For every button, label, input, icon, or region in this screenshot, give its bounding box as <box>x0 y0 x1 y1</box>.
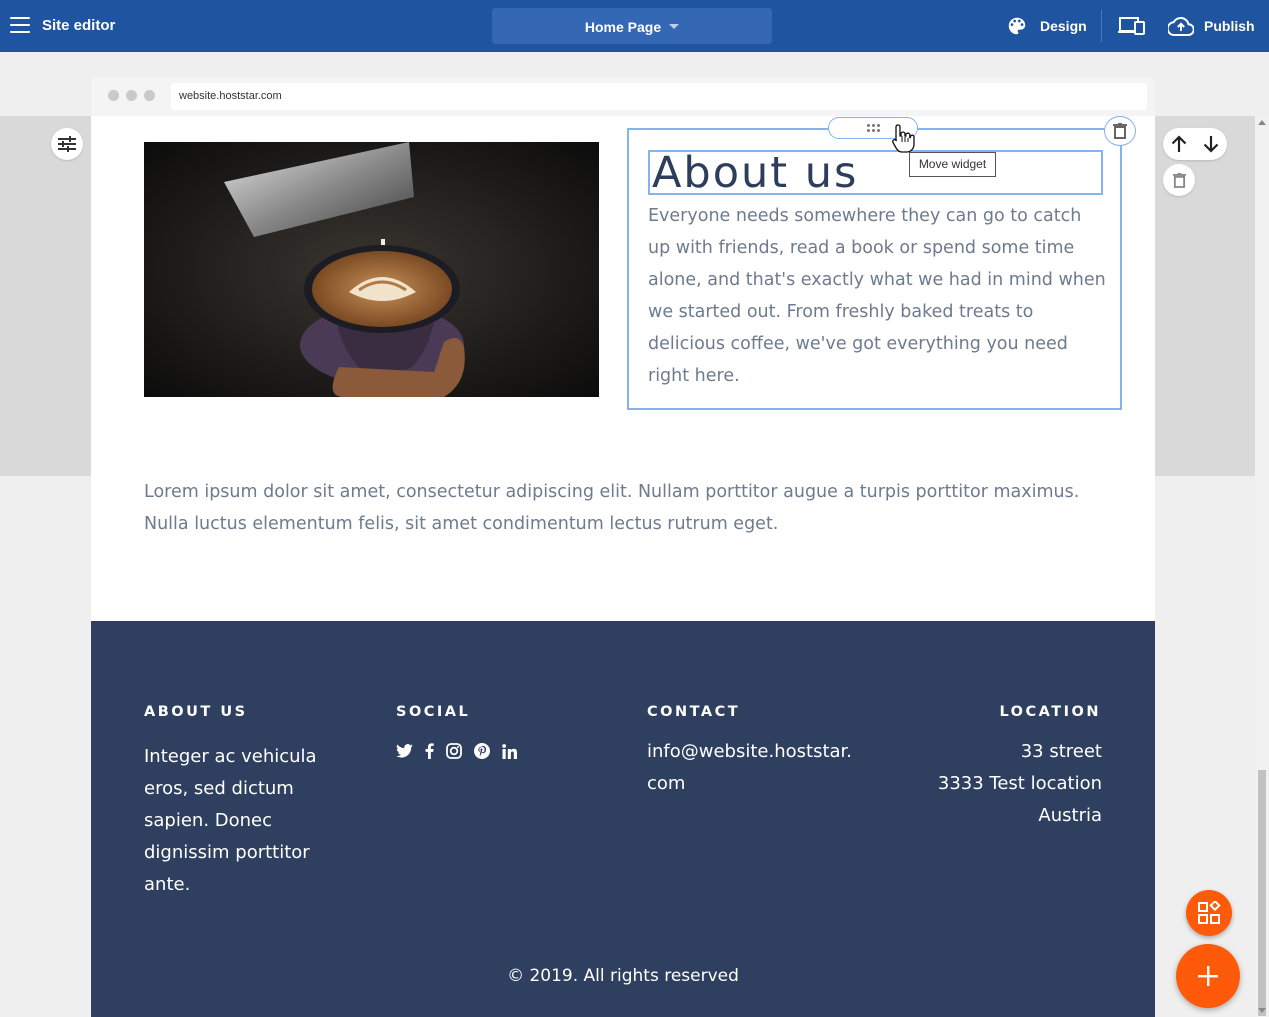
section-reorder-controls <box>1163 128 1227 160</box>
page-selector[interactable]: Home Page <box>492 8 772 44</box>
browser-frame: website.hoststar.com <box>91 77 1155 116</box>
app-title: Site editor <box>42 17 116 34</box>
cloud-upload-icon <box>1168 16 1194 36</box>
linkedin-icon[interactable] <box>502 743 518 759</box>
lorem-paragraph[interactable]: Lorem ipsum dolor sit amet, consectetur … <box>144 476 1104 540</box>
publish-button[interactable]: Publish <box>1168 0 1255 52</box>
widgets-fab-button[interactable] <box>1186 890 1232 936</box>
devices-icon <box>1118 17 1145 35</box>
footer-about-text[interactable]: Integer ac vehicula eros, sed dictum sap… <box>144 741 344 901</box>
footer-contact-heading[interactable]: CONTACT <box>647 704 740 720</box>
vertical-scrollbar[interactable] <box>1255 116 1269 1017</box>
delete-section-button[interactable] <box>1163 164 1195 196</box>
drag-dots-icon <box>867 124 881 132</box>
chevron-down-icon <box>669 24 680 29</box>
delete-widget-button[interactable] <box>1104 116 1136 146</box>
facebook-icon[interactable] <box>425 743 434 759</box>
window-dot <box>126 90 137 101</box>
footer-location-country[interactable]: Austria <box>1038 800 1102 832</box>
footer-location-street[interactable]: 33 street <box>1021 736 1102 768</box>
device-preview-button[interactable] <box>1118 0 1146 52</box>
add-element-fab-button[interactable] <box>1176 944 1240 1008</box>
sliders-icon <box>58 136 76 152</box>
publish-label: Publish <box>1204 18 1255 34</box>
scroll-down-arrow[interactable] <box>1258 1008 1266 1013</box>
window-dot <box>108 90 119 101</box>
arrow-up-icon[interactable] <box>1171 135 1187 153</box>
menu-icon[interactable] <box>10 17 30 33</box>
move-widget-tooltip: Move widget <box>909 152 996 177</box>
pinterest-icon[interactable] <box>474 743 490 759</box>
editor-topbar: Site editor Home Page Design Publish <box>0 0 1269 52</box>
text-widget-selected[interactable]: About us Everyone needs somewhere they c… <box>627 128 1122 410</box>
scroll-up-arrow[interactable] <box>1258 120 1266 125</box>
plus-icon <box>1198 966 1218 986</box>
topbar-divider <box>1101 10 1102 42</box>
arrow-down-icon[interactable] <box>1203 135 1219 153</box>
footer-about-heading[interactable]: ABOUT US <box>144 704 248 720</box>
page-selector-label: Home Page <box>584 19 662 35</box>
heading-selection-box[interactable]: About us <box>648 148 1103 198</box>
widgets-icon <box>1198 901 1221 924</box>
url-bar: website.hoststar.com <box>171 83 1147 110</box>
social-icons <box>396 743 530 759</box>
about-heading[interactable]: About us <box>652 148 858 198</box>
design-button[interactable]: Design <box>1006 0 1087 52</box>
footer-social-heading[interactable]: SOCIAL <box>396 704 470 720</box>
twitter-icon[interactable] <box>396 744 413 758</box>
instagram-icon[interactable] <box>446 743 462 759</box>
site-footer: ABOUT US Integer ac vehicula eros, sed d… <box>91 621 1155 1017</box>
coffee-image[interactable] <box>144 142 599 397</box>
footer-location-city[interactable]: 3333 Test location <box>938 768 1102 800</box>
footer-copyright[interactable]: © 2019. All rights reserved <box>91 966 1155 986</box>
window-dot <box>144 90 155 101</box>
about-paragraph[interactable]: Everyone needs somewhere they can go to … <box>648 200 1108 392</box>
footer-location-heading[interactable]: LOCATION <box>999 704 1101 720</box>
hand-cursor-icon <box>892 124 915 153</box>
section-settings-button[interactable] <box>51 128 83 160</box>
scrollbar-thumb[interactable] <box>1258 770 1266 1016</box>
palette-icon <box>1008 17 1026 35</box>
trash-icon <box>1113 123 1127 139</box>
footer-contact-email[interactable]: info@website.hoststar.com <box>647 736 857 800</box>
design-label: Design <box>1040 18 1087 34</box>
site-preview: About us Everyone needs somewhere they c… <box>91 116 1155 1017</box>
trash-icon <box>1172 172 1186 188</box>
